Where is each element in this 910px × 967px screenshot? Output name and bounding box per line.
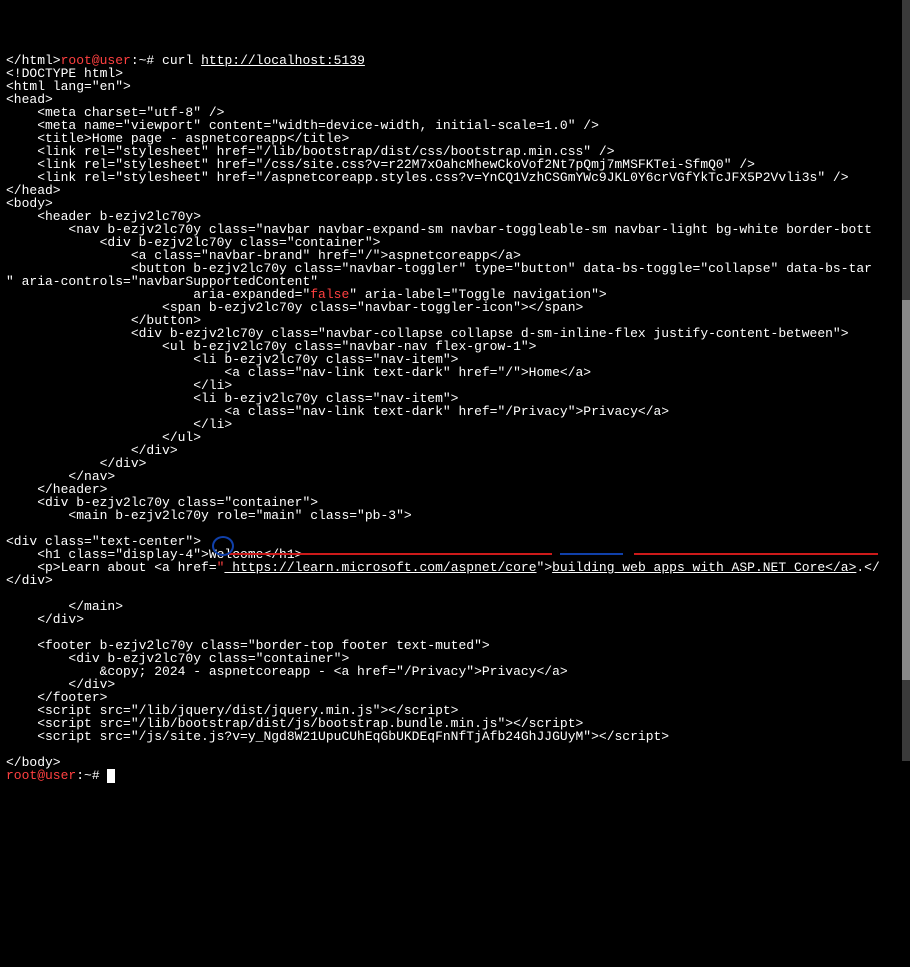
out-line: <link rel="stylesheet" href="/aspnetcore…	[6, 170, 849, 185]
prompt-user: root@user	[6, 768, 76, 783]
out-line: ">	[537, 560, 553, 575]
command-text: curl	[162, 53, 201, 68]
out-line: <script src="/js/site.js?v=y_Ngd8W21UpuC…	[6, 729, 638, 744]
scrollbar-thumb[interactable]	[902, 300, 910, 680]
prompt-sep: :~#	[131, 53, 162, 68]
out-line: </div>	[6, 612, 84, 627]
prompt-sep: :~#	[76, 768, 107, 783]
terminal-cursor[interactable]	[107, 769, 115, 783]
terminal-output[interactable]: </html>root@user:~# curl http://localhos…	[0, 52, 910, 785]
out-line: .</	[856, 560, 879, 575]
curl-url: http://localhost:5139	[201, 53, 365, 68]
out-line: <main b-ezjv2lc70y role="main" class="pb…	[6, 508, 412, 523]
out-link-text: building web apps with ASP.NET Core</a>	[552, 560, 856, 575]
out-line: </div>	[6, 573, 53, 588]
out-url: https://learn.microsoft.com/aspnet/core	[224, 560, 536, 575]
